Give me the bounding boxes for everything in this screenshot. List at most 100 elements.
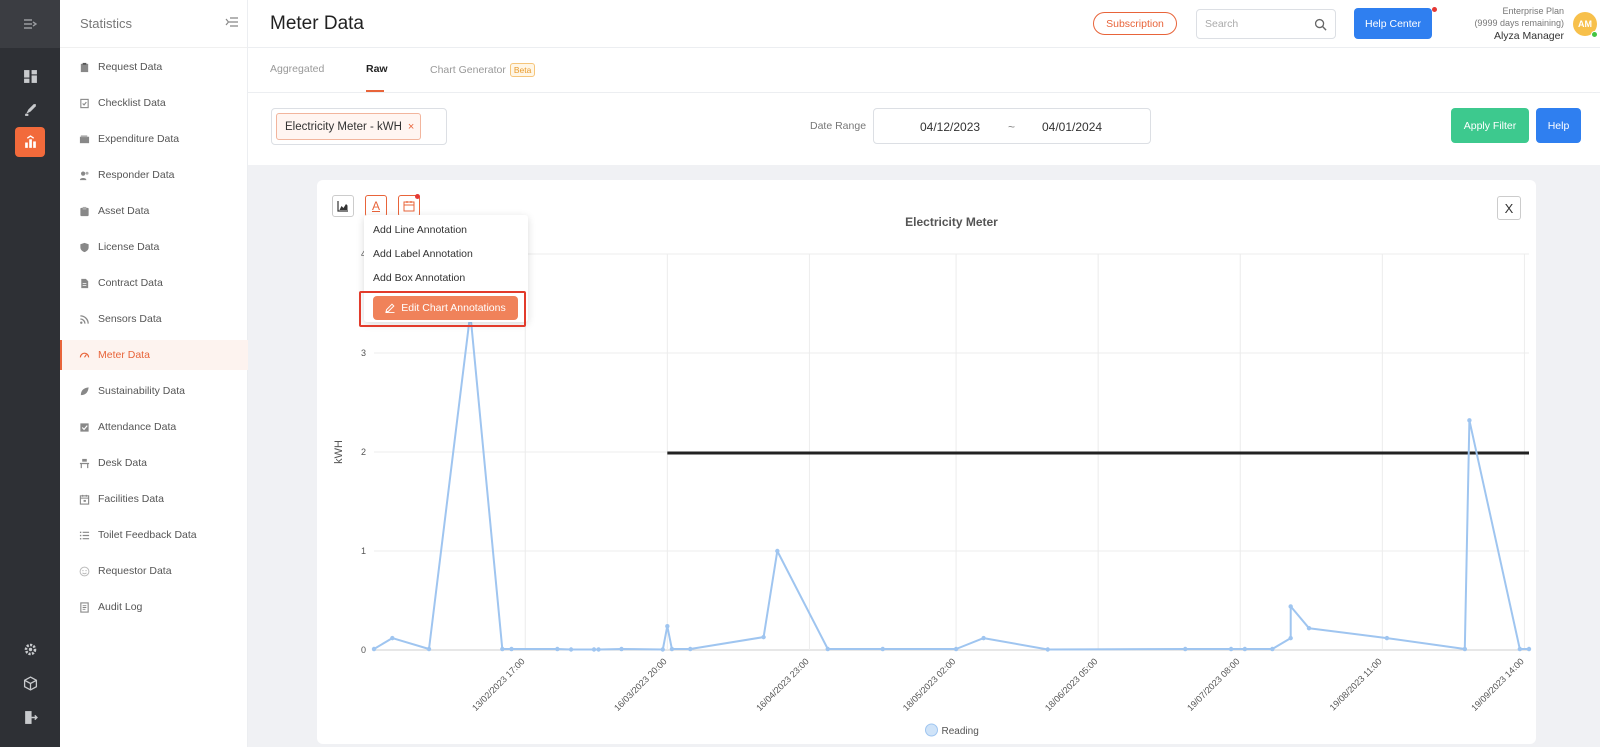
search-box: [1196, 9, 1336, 39]
sidebar-header: Statistics: [60, 0, 247, 48]
plan-name: Enterprise Plan: [1502, 6, 1564, 16]
data-point: [1306, 626, 1312, 631]
filter-bar: Electricity Meter - kWH × Date Range 04/…: [248, 93, 1600, 165]
calendar-icon: [78, 493, 90, 505]
beta-badge: Beta: [509, 63, 536, 77]
data-point: [1288, 604, 1293, 609]
add-box-annotation[interactable]: Add Box Annotation: [373, 272, 465, 284]
data-point: [1517, 646, 1523, 652]
rail-launch-button[interactable]: [15, 94, 45, 124]
data-point: [1288, 635, 1293, 641]
sidebar-item-responder-data[interactable]: Responder Data: [60, 160, 248, 190]
meter-select[interactable]: Electricity Meter - kWH ×: [271, 108, 447, 145]
data-point: [953, 646, 959, 652]
sidebar-item-sustainability-data[interactable]: Sustainability Data: [60, 376, 248, 406]
tab-raw[interactable]: Raw: [366, 63, 388, 75]
series-line-reading: [373, 312, 1529, 651]
calendar-icon: [403, 201, 415, 212]
expand-menu-button[interactable]: [0, 0, 60, 48]
page-title: Meter Data: [270, 13, 364, 34]
cube-icon: [23, 675, 37, 691]
data-point: [371, 646, 377, 652]
statistics-icon: [24, 134, 36, 148]
sidebar-item-asset-data[interactable]: Asset Data: [60, 196, 248, 226]
sidebar-item-meter-data[interactable]: Meter Data: [60, 340, 248, 370]
chart-type-button[interactable]: [332, 195, 354, 217]
list-icon: [78, 529, 90, 541]
data-point: [500, 646, 505, 652]
help-center-button[interactable]: Help Center: [1354, 8, 1432, 39]
close-chart-button[interactable]: X: [1497, 196, 1521, 220]
sidebar-item-audit-log[interactable]: Audit Log: [60, 592, 248, 622]
sidebar-item-request-data[interactable]: Request Data: [60, 52, 248, 82]
data-point: [555, 646, 560, 652]
data-point: [665, 624, 670, 629]
document-icon: [78, 277, 90, 289]
sidebar-item-toilet-feedback-data[interactable]: Toilet Feedback Data: [60, 520, 248, 550]
dashboard-icon: [23, 69, 37, 83]
x-tick-label: 16/03/2023 20:00: [612, 656, 669, 713]
sidebar-item-label: Contract Data: [98, 277, 163, 289]
y-axis-label: kWH: [333, 440, 345, 464]
notification-dot: [1432, 7, 1437, 12]
log-icon: [78, 601, 90, 613]
sidebar-item-desk-data[interactable]: Desk Data: [60, 448, 248, 478]
sidebar-item-label: Attendance Data: [98, 421, 177, 433]
edit-chart-annotations-button[interactable]: Edit Chart Annotations: [373, 296, 518, 320]
sidebar-item-requestor-data[interactable]: Requestor Data: [60, 556, 248, 586]
sidebar-item-label: Expenditure Data: [98, 133, 180, 145]
apply-filter-button[interactable]: Apply Filter: [1451, 108, 1529, 143]
date-range-picker[interactable]: 04/12/2023 ~ 04/01/2024: [873, 108, 1151, 144]
user-icon: [78, 169, 90, 181]
annotation-button[interactable]: A: [365, 195, 387, 217]
sidebar-item-license-data[interactable]: License Data: [60, 232, 248, 262]
tab-aggregated[interactable]: Aggregated: [270, 63, 324, 75]
tab-chart-generator[interactable]: Chart Generator Beta: [430, 63, 536, 77]
sidebar-title: Statistics: [80, 16, 133, 31]
sidebar-item-attendance-data[interactable]: Attendance Data: [60, 412, 248, 442]
meter-chip-label: Electricity Meter - kWH: [285, 120, 402, 133]
date-from[interactable]: 04/12/2023: [920, 120, 980, 134]
sidebar-item-facilities-data[interactable]: Facilities Data: [60, 484, 248, 514]
date-separator: ~: [1008, 120, 1016, 134]
data-point: [1526, 646, 1532, 652]
search-input[interactable]: [1205, 18, 1305, 30]
sidebar-item-label: Facilities Data: [98, 493, 164, 505]
rss-icon: [78, 313, 90, 325]
remove-chip-button[interactable]: ×: [408, 121, 414, 133]
y-tick-label: 0: [361, 645, 366, 655]
subscription-button[interactable]: Subscription: [1093, 12, 1177, 35]
sidebar-item-label: Checklist Data: [98, 97, 166, 109]
area-chart-icon: [337, 201, 348, 212]
sidebar-item-label: Meter Data: [98, 349, 150, 361]
chart-title: Electricity Meter: [905, 215, 998, 229]
date-to[interactable]: 04/01/2024: [1042, 120, 1102, 134]
rail-dashboard-button[interactable]: [15, 61, 45, 91]
user-name[interactable]: Alyza Manager: [1440, 30, 1564, 42]
search-icon[interactable]: [1314, 18, 1327, 31]
data-point: [1242, 646, 1248, 652]
gauge-icon: [78, 349, 90, 361]
annotation-letter-icon: A: [371, 199, 380, 213]
legend-marker-reading: [925, 723, 938, 737]
help-button[interactable]: Help: [1536, 108, 1581, 143]
x-tick-label: 19/09/2023 14:00: [1469, 656, 1526, 713]
sidebar-item-checklist-data[interactable]: Checklist Data: [60, 88, 248, 118]
meter-chip: Electricity Meter - kWH ×: [276, 113, 422, 140]
x-tick-label: 18/06/2023 05:00: [1043, 656, 1100, 713]
legend-label-reading: Reading: [942, 726, 979, 737]
sidebar-item-contract-data[interactable]: Contract Data: [60, 268, 248, 298]
add-line-annotation[interactable]: Add Line Annotation: [373, 224, 467, 236]
data-point: [591, 647, 597, 652]
sidebar-item-expenditure-data[interactable]: Expenditure Data: [60, 124, 248, 154]
calendar-notification-dot: [415, 194, 420, 199]
add-label-annotation[interactable]: Add Label Annotation: [373, 248, 473, 260]
rail-settings-button[interactable]: [15, 634, 45, 664]
data-point: [1384, 635, 1390, 641]
rail-logout-button[interactable]: [15, 702, 45, 732]
collapse-icon: [225, 16, 238, 27]
rail-modules-button[interactable]: [15, 668, 45, 698]
rail-statistics-button[interactable]: [15, 127, 45, 157]
sidebar-item-sensors-data[interactable]: Sensors Data: [60, 304, 248, 334]
collapse-sidebar-button[interactable]: [225, 15, 239, 33]
